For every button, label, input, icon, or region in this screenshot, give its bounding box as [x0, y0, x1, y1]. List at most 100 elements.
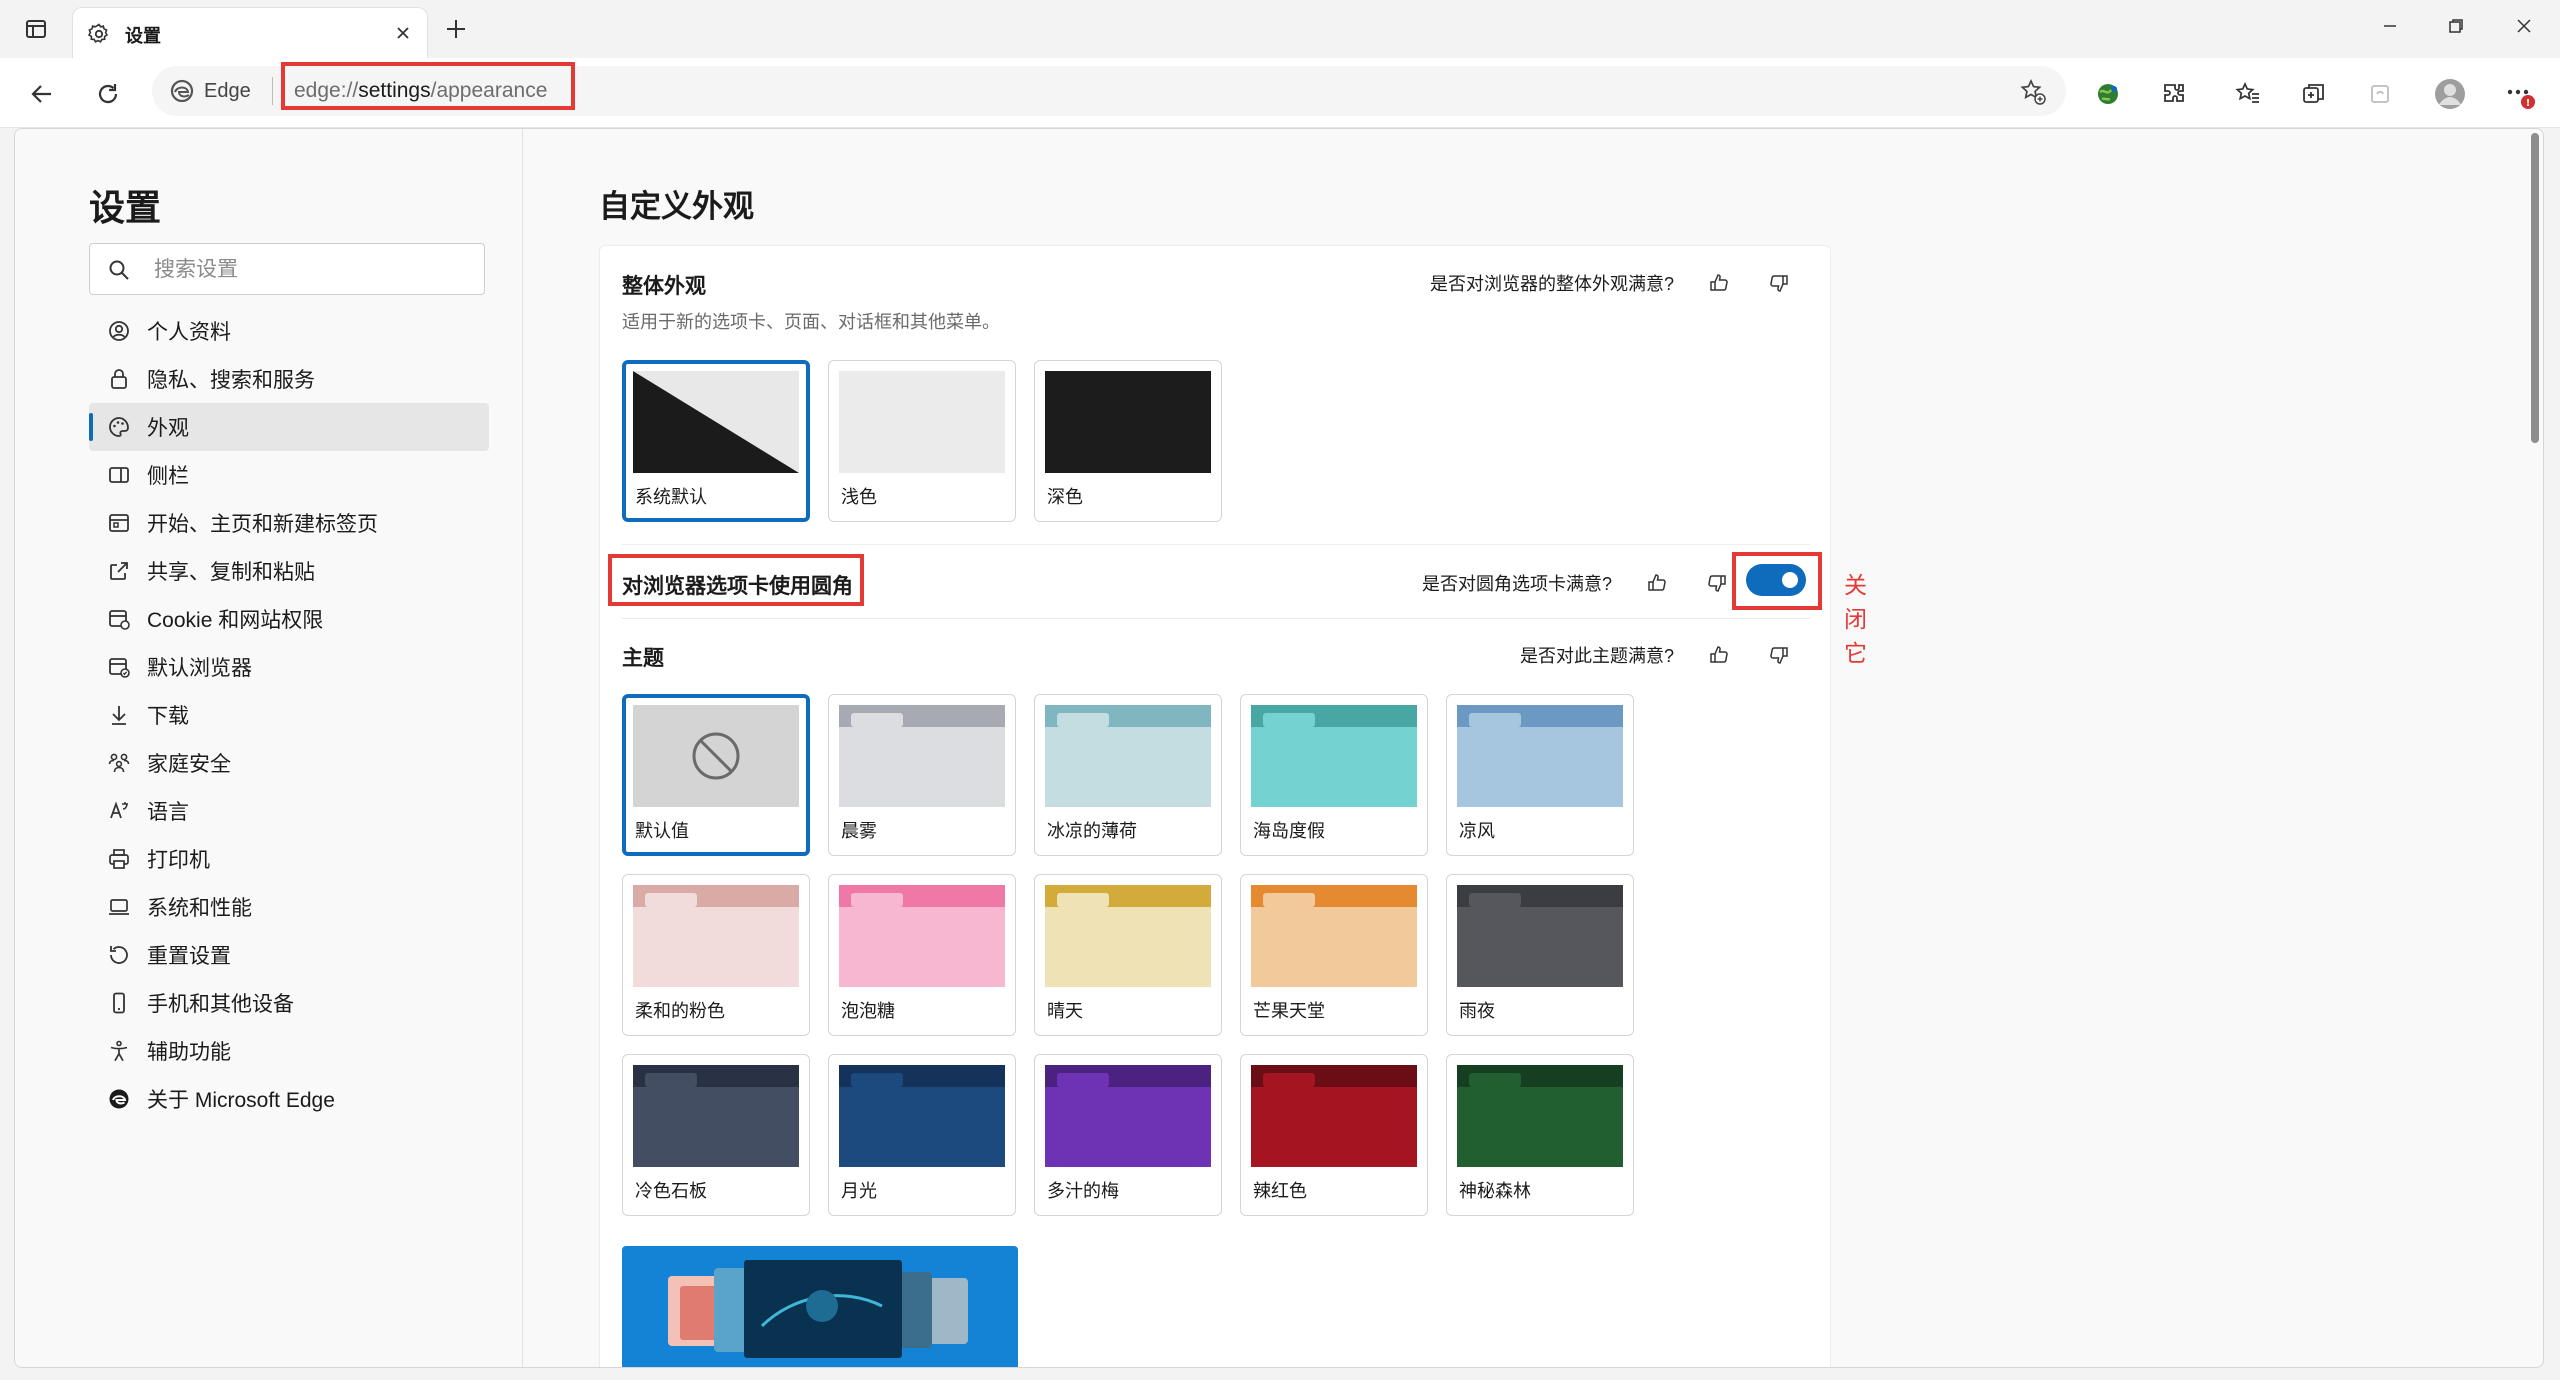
sidebar-item-privacy[interactable]: 隐私、搜索和服务 [89, 355, 489, 403]
extensions-button[interactable] [2152, 72, 2196, 116]
theme-option[interactable]: 辣红色 [1240, 1054, 1428, 1216]
minimize-button[interactable] [2364, 8, 2416, 44]
theme-option[interactable]: 默认值 [622, 694, 810, 856]
address-separator [272, 77, 273, 105]
default-theme-swatch [633, 705, 799, 807]
tab-close-button[interactable] [391, 21, 415, 45]
sidebar-item-start-home[interactable]: 开始、主页和新建标签页 [89, 499, 489, 547]
sidebar-item-default-browser[interactable]: 默认浏览器 [89, 643, 489, 691]
sidebar-item-profiles[interactable]: 个人资料 [89, 307, 489, 355]
theme-option-label: 辣红色 [1253, 1181, 1307, 1201]
theme-option[interactable]: 晴天 [1034, 874, 1222, 1036]
url-host: settings [358, 79, 431, 102]
profile-button[interactable] [2428, 72, 2472, 116]
sidebar-item-label: 外观 [147, 417, 189, 440]
more-icon: ! [2507, 89, 2535, 109]
theme-option-label: 柔和的粉色 [635, 1001, 725, 1021]
sidebar-item-printers[interactable]: 打印机 [89, 835, 489, 883]
theme-option[interactable]: 多汁的梅 [1034, 1054, 1222, 1216]
theme-option-label: 冰凉的薄荷 [1047, 821, 1137, 841]
sidebar-item-appearance[interactable]: 外观 [89, 403, 489, 451]
address-bar[interactable]: Edge edge://settings/appearance [152, 66, 2066, 116]
collections-button[interactable] [2292, 72, 2336, 116]
theme-option[interactable]: 柔和的粉色 [622, 874, 810, 1036]
sidebar-item-label: 下载 [147, 705, 189, 728]
settings-page: 设置 个人资料 隐私、搜索和服务 外观 侧栏 [14, 128, 2544, 1368]
refresh-button[interactable] [86, 72, 130, 116]
theme-option-label: 晨雾 [841, 821, 877, 841]
settings-nav: 个人资料 隐私、搜索和服务 外观 侧栏 开始、主页和新建标签页 共享、复制和粘贴 [89, 307, 489, 1123]
puzzle-icon [2164, 84, 2184, 102]
sidebar-item-sidebar[interactable]: 侧栏 [89, 451, 489, 499]
url-text[interactable]: edge://settings/appearance [294, 79, 547, 103]
favorites-button[interactable] [2226, 72, 2270, 116]
vertical-scrollbar[interactable] [2531, 133, 2539, 443]
theme-option[interactable]: 泡泡糖 [828, 874, 1016, 1036]
theme-option-label: 海岛度假 [1253, 821, 1325, 841]
collections-icon [2303, 84, 2324, 103]
overall-appearance-title: 整体外观 [622, 275, 706, 298]
new-tab-button[interactable] [436, 12, 476, 46]
add-favorite-button[interactable] [2018, 77, 2048, 107]
theme-option-label: 雨夜 [1459, 1001, 1495, 1021]
sidebar-item-cookies[interactable]: Cookie 和网站权限 [89, 595, 489, 643]
sidebar-item-accessibility[interactable]: 辅助功能 [89, 1027, 489, 1075]
theme-option[interactable]: 月光 [828, 1054, 1016, 1216]
site-identity-chip[interactable]: Edge [170, 78, 251, 104]
thumbs-up-button[interactable] [1642, 568, 1672, 598]
back-arrow-icon [31, 85, 51, 103]
thumbs-down-button[interactable] [1764, 268, 1794, 298]
discover-themes-banner[interactable] [622, 1246, 1018, 1367]
thumbs-up-button[interactable] [1704, 268, 1734, 298]
rounded-tabs-toggle[interactable] [1746, 564, 1806, 596]
family-icon [105, 749, 133, 777]
sidebar-item-reset[interactable]: 重置设置 [89, 931, 489, 979]
theme-option[interactable]: 神秘森林 [1446, 1054, 1634, 1216]
theme-option[interactable]: 晨雾 [828, 694, 1016, 856]
appearance-option-system[interactable]: 系统默认 [622, 360, 810, 522]
extension-globe-button[interactable] [2086, 72, 2130, 116]
active-tab[interactable]: 设置 [72, 7, 428, 58]
search-box[interactable] [89, 243, 485, 295]
window-close-button[interactable] [2498, 8, 2550, 44]
star-add-icon [2020, 78, 2046, 105]
url-path: /appearance [430, 79, 548, 102]
tab-actions-button[interactable] [14, 12, 58, 46]
theme-option[interactable]: 冰凉的薄荷 [1034, 694, 1222, 856]
sidebar-item-about[interactable]: 关于 Microsoft Edge [89, 1075, 489, 1123]
sidebar-item-phone[interactable]: 手机和其他设备 [89, 979, 489, 1027]
theme-folder-swatch [1251, 705, 1417, 807]
toolbar: Edge edge://settings/appearance ! [0, 58, 2560, 128]
sidebar-item-label: 默认浏览器 [147, 657, 252, 680]
download-icon [105, 701, 133, 729]
share-disabled-button[interactable] [2358, 72, 2402, 116]
restore-button[interactable] [2430, 8, 2482, 44]
thumbs-up-button[interactable] [1704, 640, 1734, 670]
theme-option[interactable]: 雨夜 [1446, 874, 1634, 1036]
sidebar-item-system[interactable]: 系统和性能 [89, 883, 489, 931]
theme-option[interactable]: 海岛度假 [1240, 694, 1428, 856]
search-input[interactable] [154, 254, 454, 286]
thumbs-down-button[interactable] [1764, 640, 1794, 670]
system-default-swatch [633, 371, 799, 473]
thumbs-up-icon [1710, 274, 1728, 291]
minimize-icon [2384, 25, 2396, 27]
sidebar-item-family[interactable]: 家庭安全 [89, 739, 489, 787]
theme-option[interactable]: 冷色石板 [622, 1054, 810, 1216]
overall-feedback: 是否对浏览器的整体外观满意? [1430, 268, 1794, 298]
light-swatch [839, 371, 1005, 473]
settings-content: 自定义外观 整体外观 适用于新的选项卡、页面、对话框和其他菜单。 是否对浏览器的… [523, 129, 2543, 1367]
search-icon [109, 260, 129, 280]
web-capture-icon [2371, 85, 2389, 103]
appearance-option-dark[interactable]: 深色 [1034, 360, 1222, 522]
back-button[interactable] [20, 72, 64, 116]
settings-more-button[interactable]: ! [2498, 72, 2542, 116]
sidebar-item-languages[interactable]: 语言 [89, 787, 489, 835]
appearance-option-light[interactable]: 浅色 [828, 360, 1016, 522]
sidebar-item-share[interactable]: 共享、复制和粘贴 [89, 547, 489, 595]
theme-option[interactable]: 凉风 [1446, 694, 1634, 856]
theme-option-label: 凉风 [1459, 821, 1495, 841]
theme-option[interactable]: 芒果天堂 [1240, 874, 1428, 1036]
thumbs-down-button[interactable] [1702, 568, 1732, 598]
sidebar-item-downloads[interactable]: 下载 [89, 691, 489, 739]
